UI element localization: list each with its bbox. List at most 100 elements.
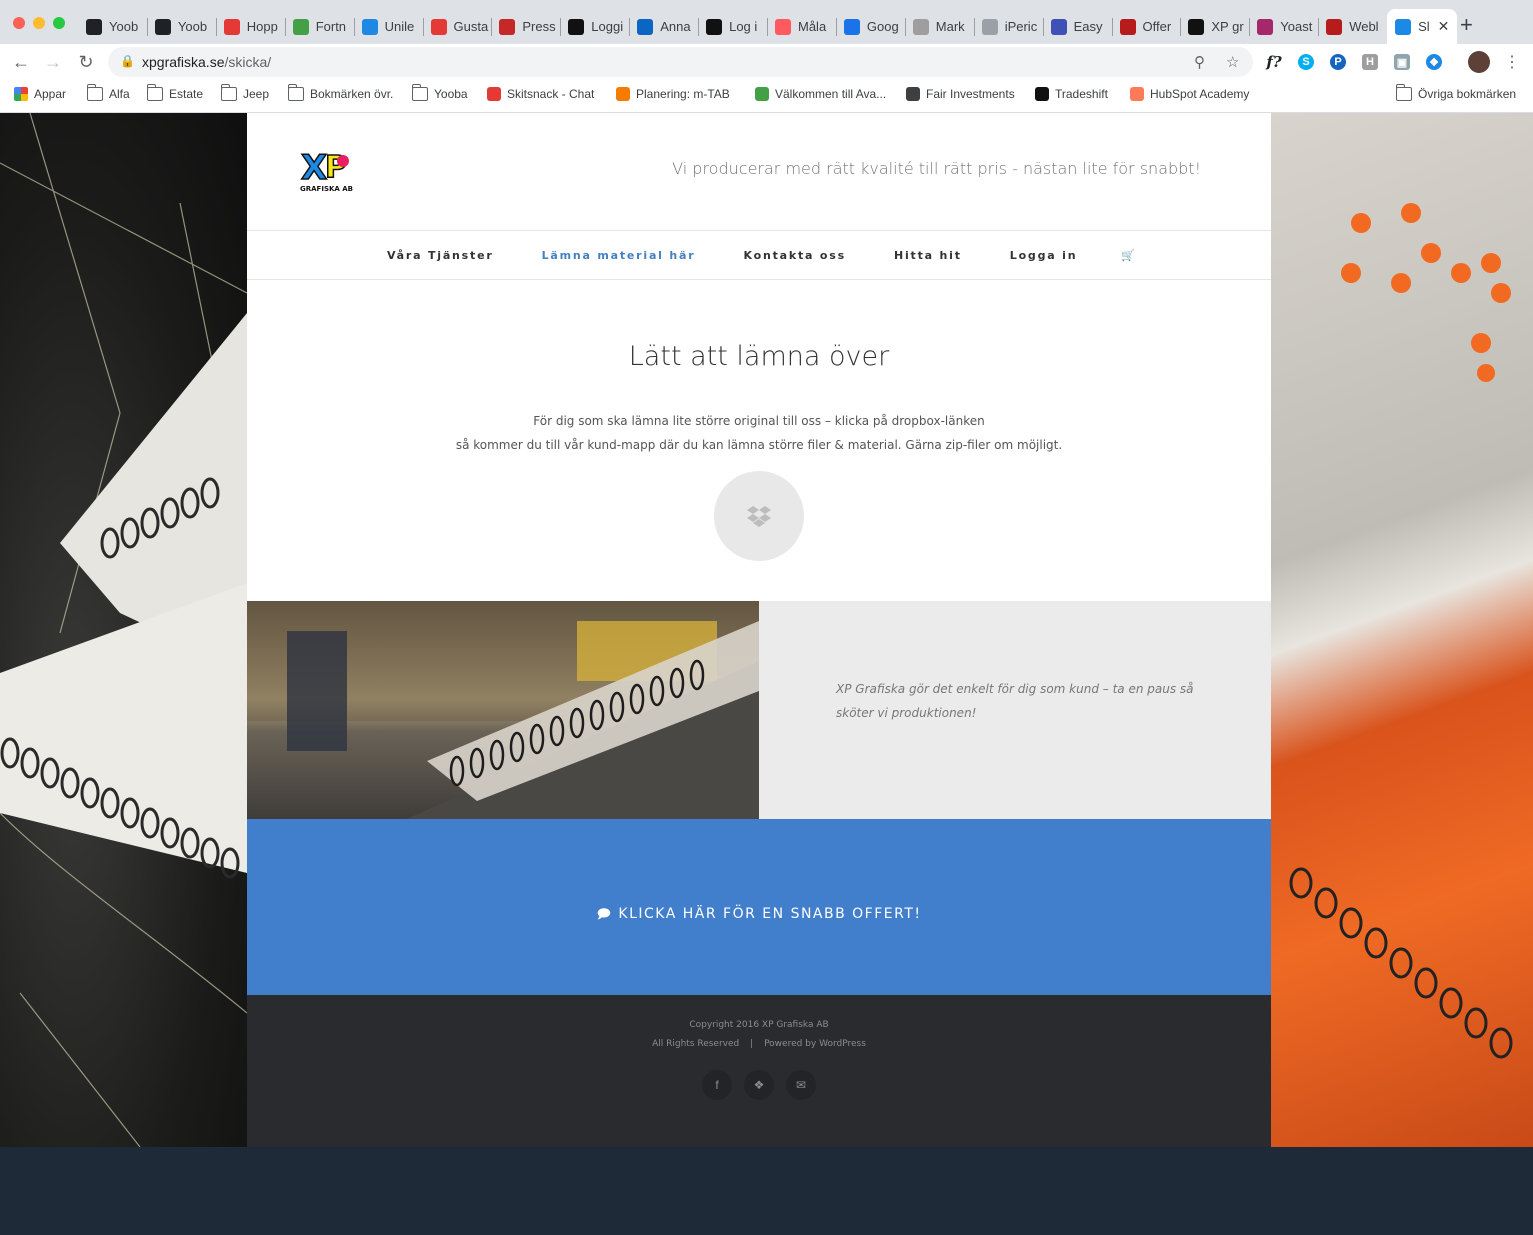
- logo-text: GRAFISKA AB: [300, 185, 353, 193]
- bookmark-item[interactable]: Yooba: [411, 84, 468, 101]
- linkedin-icon: [637, 18, 654, 35]
- browser-tab[interactable]: Unile: [354, 9, 423, 44]
- browser-tab[interactable]: Offer: [1112, 9, 1181, 44]
- tab-label: Gusta: [453, 19, 489, 34]
- menu-item[interactable]: Logga in: [1010, 249, 1078, 262]
- browser-tab[interactable]: Sl ✕: [1387, 9, 1458, 44]
- mail-icon[interactable]: ✉: [786, 1070, 816, 1100]
- zoom-window-button[interactable]: [53, 17, 65, 29]
- url-path: /skicka/: [224, 54, 272, 70]
- footer-rights: All Rights Reserved: [652, 1039, 740, 1049]
- bookmark-item[interactable]: Tradeshift: [1035, 87, 1108, 101]
- bookmark-item[interactable]: Fair Investments: [906, 87, 1015, 101]
- forward-button[interactable]: →: [41, 50, 65, 74]
- tab-label: Log i: [729, 19, 758, 34]
- dropbox-link-button[interactable]: [714, 471, 804, 561]
- bookmark-label: Yooba: [434, 87, 468, 101]
- browser-tab[interactable]: Webl: [1318, 9, 1387, 44]
- browser-tab[interactable]: Loggi: [560, 9, 629, 44]
- bookmark-item[interactable]: Jeep: [220, 84, 270, 101]
- bookmark-item[interactable]: Bokmärken övr.: [287, 84, 393, 101]
- browser-tab[interactable]: Yoob: [147, 9, 216, 44]
- zoom-icon[interactable]: ⚲: [1194, 53, 1205, 71]
- menu-item[interactable]: Kontakta oss: [743, 249, 845, 262]
- fx-extension-icon[interactable]: f?: [1266, 53, 1282, 71]
- footer-powered-link[interactable]: Powered by WordPress: [764, 1039, 866, 1049]
- browser-tab[interactable]: Anna: [629, 9, 698, 44]
- browser-tab[interactable]: Mark: [905, 9, 974, 44]
- profile-avatar[interactable]: [1468, 51, 1490, 73]
- bookmark-item[interactable]: Välkommen till Ava...: [755, 87, 886, 101]
- url-domain: xpgrafiska.se: [142, 54, 225, 70]
- browser-tab[interactable]: Fortn: [285, 9, 354, 44]
- browser-tab[interactable]: Måla: [767, 9, 836, 44]
- browser-tab[interactable]: Gusta: [423, 9, 492, 44]
- bookmark-item[interactable]: Övriga bokmärken: [1395, 84, 1517, 101]
- intro-text: För dig som ska lämna lite större origin…: [247, 409, 1271, 457]
- dropbox-extension-icon[interactable]: ❖: [1426, 54, 1442, 70]
- bars-icon: [755, 87, 769, 101]
- minimize-window-button[interactable]: [33, 17, 45, 29]
- menu-item[interactable]: Lämna material här: [542, 249, 696, 262]
- bookmark-item[interactable]: HubSpot Academy: [1130, 87, 1249, 101]
- dropbox-icon[interactable]: ❖: [744, 1070, 774, 1100]
- browser-tab[interactable]: Log i: [698, 9, 767, 44]
- back-button[interactable]: ←: [9, 50, 33, 74]
- address-bar[interactable]: 🔒 xpgrafiska.se/skicka/ ⚲ ☆: [108, 47, 1253, 77]
- footer-line-2: All Rights Reserved | Powered by WordPre…: [247, 1039, 1271, 1049]
- tradeshift-icon: [1035, 87, 1049, 101]
- bookmark-item[interactable]: Skitsnack - Chat: [487, 87, 594, 101]
- bookmark-label: Jeep: [243, 87, 270, 101]
- reload-button[interactable]: ↻: [74, 50, 98, 74]
- browser-tab[interactable]: Yoob: [78, 9, 147, 44]
- facebook-icon[interactable]: f: [702, 1070, 732, 1100]
- p-extension-icon[interactable]: P: [1330, 54, 1346, 70]
- browser-tab[interactable]: Hopp: [216, 9, 285, 44]
- p-icon: [706, 18, 723, 35]
- cta-label: KLICKA HÄR FÖR EN SNABB OFFERT!: [618, 906, 922, 922]
- browser-tab[interactable]: iPeric: [974, 9, 1043, 44]
- browser-tab[interactable]: Yoast: [1249, 9, 1318, 44]
- bookmark-label: Planering: m-TAB: [636, 87, 730, 101]
- easy-icon: [1050, 18, 1067, 35]
- lock-icon: 🔒: [120, 54, 135, 68]
- cart-icon[interactable]: 🛒: [1121, 249, 1135, 262]
- screenshot-extension-icon[interactable]: ▣: [1394, 54, 1410, 70]
- tab-label: Yoob: [177, 19, 208, 34]
- footer-separator: |: [750, 1039, 754, 1049]
- browser-tab-strip: Yoob Yoob Hopp Fortn Unile Gusta Press Loggi Ann…: [0, 0, 1533, 44]
- bookmark-label: Övriga bokmärken: [1418, 87, 1517, 101]
- tab-label: Yoob: [109, 19, 139, 34]
- tab-label: Yoast: [1280, 19, 1313, 34]
- folder-icon: [1395, 84, 1412, 101]
- bookmark-item[interactable]: Planering: m-TAB: [616, 87, 730, 101]
- close-tab-icon[interactable]: ✕: [1438, 18, 1450, 35]
- browser-tab[interactable]: Easy: [1043, 9, 1112, 44]
- bookmark-item[interactable]: Estate: [146, 84, 203, 101]
- menu-item[interactable]: Våra Tjänster: [387, 249, 494, 262]
- tab-label: Hopp: [246, 19, 278, 34]
- bookmark-item[interactable]: Appar: [14, 87, 66, 101]
- browser-tab[interactable]: Goog: [836, 9, 905, 44]
- bookmark-label: Fair Investments: [926, 87, 1015, 101]
- svg-text:X: X: [301, 148, 327, 188]
- background-image-right: [1271, 113, 1533, 1147]
- new-tab-button[interactable]: +: [1460, 14, 1473, 36]
- menu-item[interactable]: Hitta hit: [894, 249, 962, 262]
- site-logo[interactable]: X P GRAFISKA AB: [299, 147, 365, 197]
- browser-tab[interactable]: XP gr: [1180, 9, 1249, 44]
- quick-quote-button[interactable]: 🗩 KLICKA HÄR FÖR EN SNABB OFFERT!: [247, 905, 1271, 927]
- h-extension-icon[interactable]: H: [1362, 54, 1378, 70]
- notebook-photo: [247, 601, 759, 819]
- page-container: X P GRAFISKA AB Vi producerar med rätt k…: [247, 113, 1271, 1147]
- close-window-button[interactable]: [13, 17, 25, 29]
- browser-tab[interactable]: Press: [491, 9, 560, 44]
- tab-label: Goog: [866, 19, 899, 34]
- chat-bubble-icon: 🗩: [596, 907, 613, 922]
- menu-kebab-icon[interactable]: ⋮: [1500, 50, 1524, 74]
- skype-extension-icon[interactable]: S: [1298, 54, 1314, 70]
- bookmark-item[interactable]: Alfa: [86, 84, 130, 101]
- apps-grid-icon: [14, 87, 28, 101]
- tab-label: Loggi: [591, 19, 624, 34]
- bookmark-star-icon[interactable]: ☆: [1226, 53, 1239, 71]
